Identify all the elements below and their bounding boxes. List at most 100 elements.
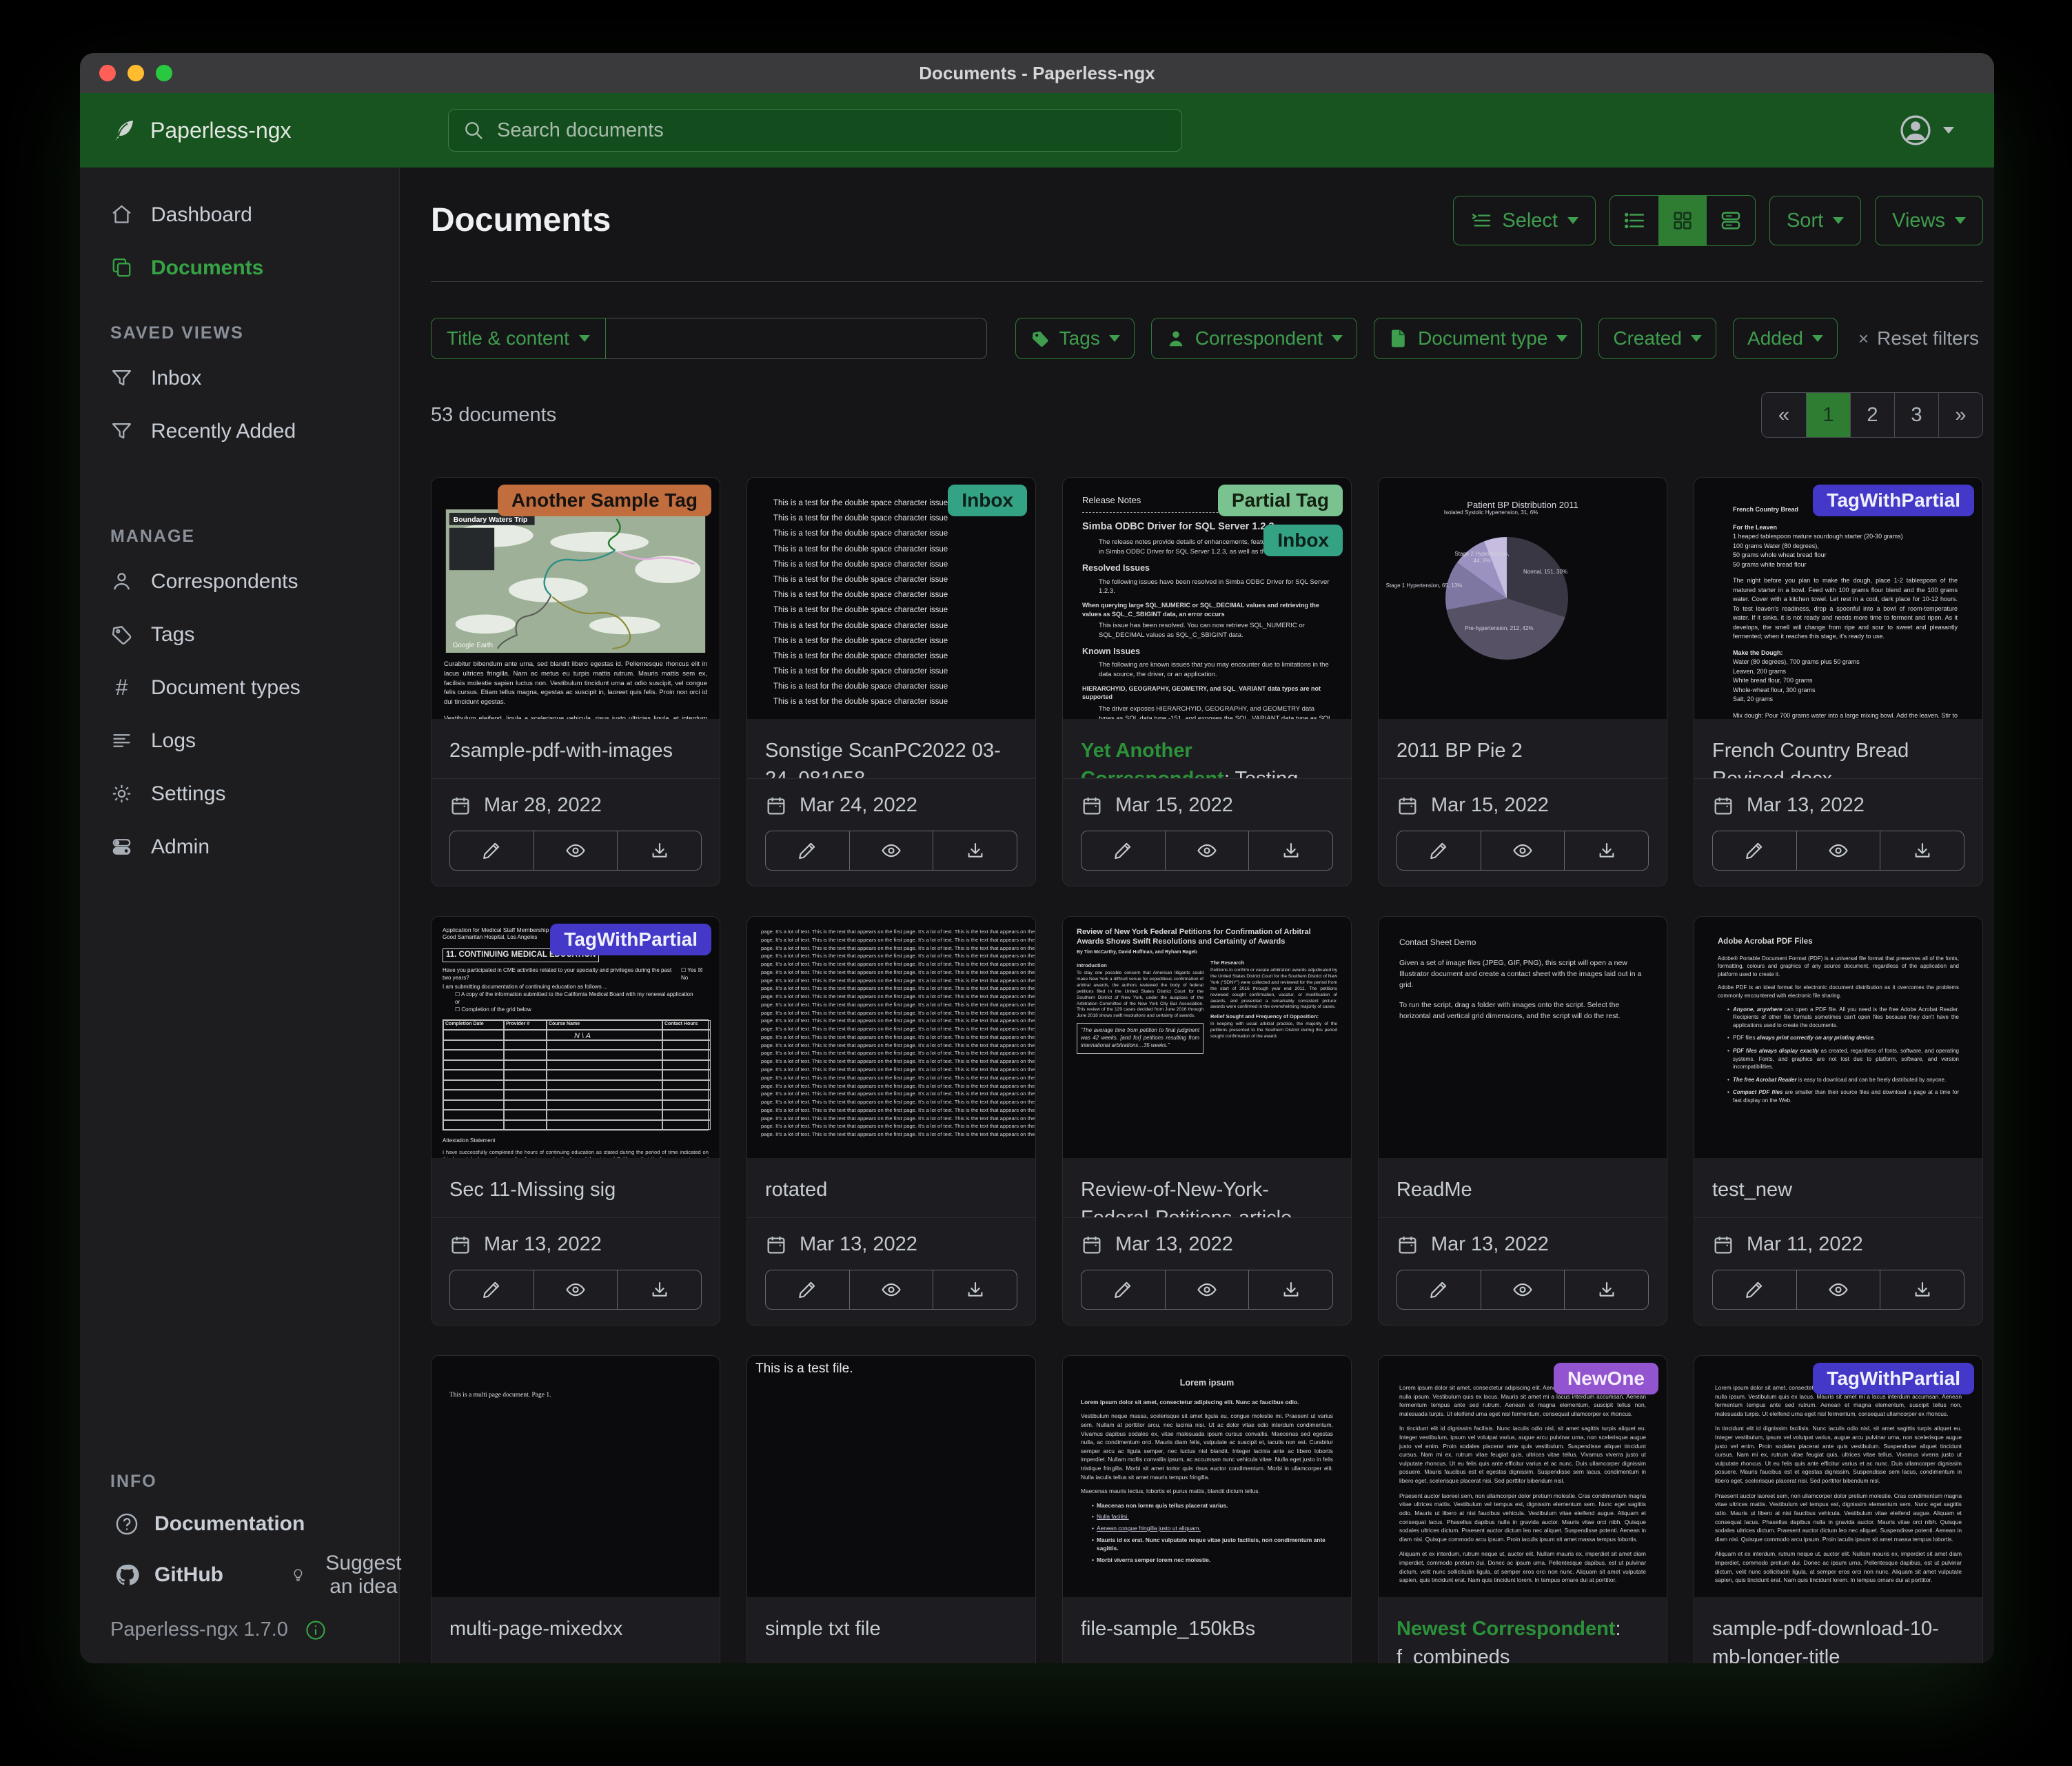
sidebar-item-recently-added[interactable]: Recently Added [80,405,399,458]
tag-badge[interactable]: Inbox [948,485,1027,516]
document-thumbnail[interactable]: This is a multi page document. Page 1. [431,1356,720,1597]
close-window-button[interactable] [99,65,116,81]
edit-button[interactable] [1081,1270,1165,1309]
pagination-page-2[interactable]: 2 [1850,393,1894,437]
download-button[interactable] [617,1270,701,1309]
document-title[interactable]: Review-of-New-York-Federal-Petitions-art… [1081,1176,1333,1217]
document-thumbnail[interactable]: Patient BP Distribution 2011 Normal, 151… [1379,478,1667,719]
view-button[interactable] [849,1270,933,1309]
user-menu-button[interactable] [1895,113,1958,148]
document-title[interactable]: Sonstige ScanPC2022 03-24_081058 [765,737,1017,778]
tag-badge[interactable]: TagWithPartial [1813,1363,1974,1394]
document-thumbnail[interactable]: Boundary Waters Trip Google Earth Curabi… [431,478,720,719]
view-button[interactable] [1481,831,1565,870]
view-button[interactable] [1481,1270,1565,1309]
search-input[interactable] [496,119,1168,143]
filter-field-dropdown[interactable]: Title & content [431,318,606,359]
view-detail-button[interactable] [1707,196,1755,245]
document-title[interactable]: 2011 BP Pie 2 [1396,737,1649,765]
document-title[interactable]: multi-page-mixedxx [449,1615,702,1643]
sidebar-item-settings[interactable]: Settings [80,767,399,820]
document-title[interactable]: test_new [1712,1176,1964,1204]
tag-badge[interactable]: Partial Tag [1218,485,1343,516]
document-thumbnail[interactable]: Lorem ipsum dolor sit amet, consectetur … [1694,1356,1982,1597]
suggest-idea-link[interactable]: Suggest an idea [287,1551,411,1599]
info-circle-icon[interactable] [305,1619,327,1641]
document-title[interactable]: sample-pdf-download-10-mb-longer-title [1712,1615,1964,1663]
minimize-window-button[interactable] [128,65,144,81]
download-button[interactable] [1248,831,1332,870]
edit-button[interactable] [450,1270,534,1309]
edit-button[interactable] [450,831,534,870]
pagination-prev-button[interactable]: « [1762,393,1806,437]
document-title[interactable]: 2sample-pdf-with-images [449,737,702,765]
edit-button[interactable] [1713,831,1796,870]
document-thumbnail[interactable]: This is a test file. [747,1356,1035,1597]
document-title[interactable]: Sec 11-Missing sig [449,1176,702,1204]
document-thumbnail[interactable]: Contact Sheet Demo Given a set of image … [1379,917,1667,1158]
edit-button[interactable] [1397,1270,1481,1309]
pagination-page-3[interactable]: 3 [1894,393,1938,437]
tag-badge[interactable]: Inbox [1263,525,1343,556]
reset-filters-button[interactable]: × Reset filters [1854,327,1983,350]
tag-badge[interactable]: NewOne [1554,1363,1658,1394]
document-thumbnail[interactable]: Adobe Acrobat PDF Files Adobe® Portable … [1694,917,1982,1158]
download-button[interactable] [1880,831,1964,870]
document-title[interactable]: simple txt file [765,1615,1017,1643]
document-thumbnail[interactable]: Lorem ipsum Lorem ipsum dolor sit amet, … [1063,1356,1351,1597]
edit-button[interactable] [766,1270,849,1309]
sidebar-item-documents[interactable]: Documents [80,241,399,294]
sidebar-item-logs[interactable]: Logs [80,714,399,767]
edit-button[interactable] [766,831,849,870]
download-button[interactable] [1248,1270,1332,1309]
filter-created-dropdown[interactable]: Created [1598,318,1716,359]
document-title[interactable]: ReadMe [1396,1176,1649,1204]
pagination-next-button[interactable]: » [1938,393,1982,437]
download-button[interactable] [1564,831,1648,870]
sidebar-item-inbox[interactable]: Inbox [80,352,399,405]
document-thumbnail[interactable]: French Country Bread For the Leaven 1 he… [1694,478,1982,719]
download-button[interactable] [1880,1270,1964,1309]
zoom-window-button[interactable] [156,65,172,81]
document-thumbnail[interactable]: This is a test for the double space char… [747,478,1035,719]
edit-button[interactable] [1081,831,1165,870]
download-button[interactable] [617,831,701,870]
document-thumbnail[interactable]: Release Notes Simba ODBC Driver for SQL … [1063,478,1351,719]
view-list-button[interactable] [1610,196,1658,245]
download-button[interactable] [1564,1270,1648,1309]
view-button[interactable] [1796,1270,1880,1309]
sort-dropdown-button[interactable]: Sort [1769,196,1861,245]
tag-badge[interactable]: TagWithPartial [550,924,711,955]
document-thumbnail[interactable]: Application for Medical Staff Membership… [431,917,720,1158]
document-title[interactable]: Newest Correspondent: f_combineds [1396,1615,1649,1663]
filter-tags-dropdown[interactable]: Tags [1015,318,1135,359]
pagination-page-1[interactable]: 1 [1806,393,1850,437]
view-grid-button[interactable] [1658,196,1707,245]
sidebar-item-admin[interactable]: Admin [80,820,399,873]
view-button[interactable] [534,831,618,870]
github-link[interactable]: GitHub [110,1562,227,1588]
document-title[interactable]: rotated [765,1176,1017,1204]
sidebar-item-document-types[interactable]: # Document types [80,661,399,714]
document-thumbnail[interactable]: Review of New York Federal Petitions for… [1063,917,1351,1158]
filter-document-type-dropdown[interactable]: Document type [1374,318,1582,359]
sidebar-item-tags[interactable]: Tags [80,608,399,661]
document-title[interactable]: file-sample_150kBs [1081,1615,1333,1643]
view-button[interactable] [1796,831,1880,870]
tag-badge[interactable]: TagWithPartial [1813,485,1974,516]
document-thumbnail[interactable]: Lorem ipsum dolor sit amet, consectetur … [1379,1356,1667,1597]
document-title[interactable]: Yet Another Correspondent: Testing Email [1081,737,1333,778]
sidebar-item-dashboard[interactable]: Dashboard [80,188,399,241]
filter-text-input[interactable] [606,318,987,359]
document-title[interactable]: French Country Bread Revised.docx [1712,737,1964,778]
correspondent-link[interactable]: Newest Correspondent [1396,1618,1615,1640]
filter-added-dropdown[interactable]: Added [1733,318,1838,359]
view-button[interactable] [534,1270,618,1309]
app-brand[interactable]: Paperless-ngx [80,116,292,145]
view-button[interactable] [1165,1270,1249,1309]
edit-button[interactable] [1713,1270,1796,1309]
filter-correspondent-dropdown[interactable]: Correspondent [1151,318,1357,359]
view-button[interactable] [849,831,933,870]
download-button[interactable] [933,831,1017,870]
view-button[interactable] [1165,831,1249,870]
